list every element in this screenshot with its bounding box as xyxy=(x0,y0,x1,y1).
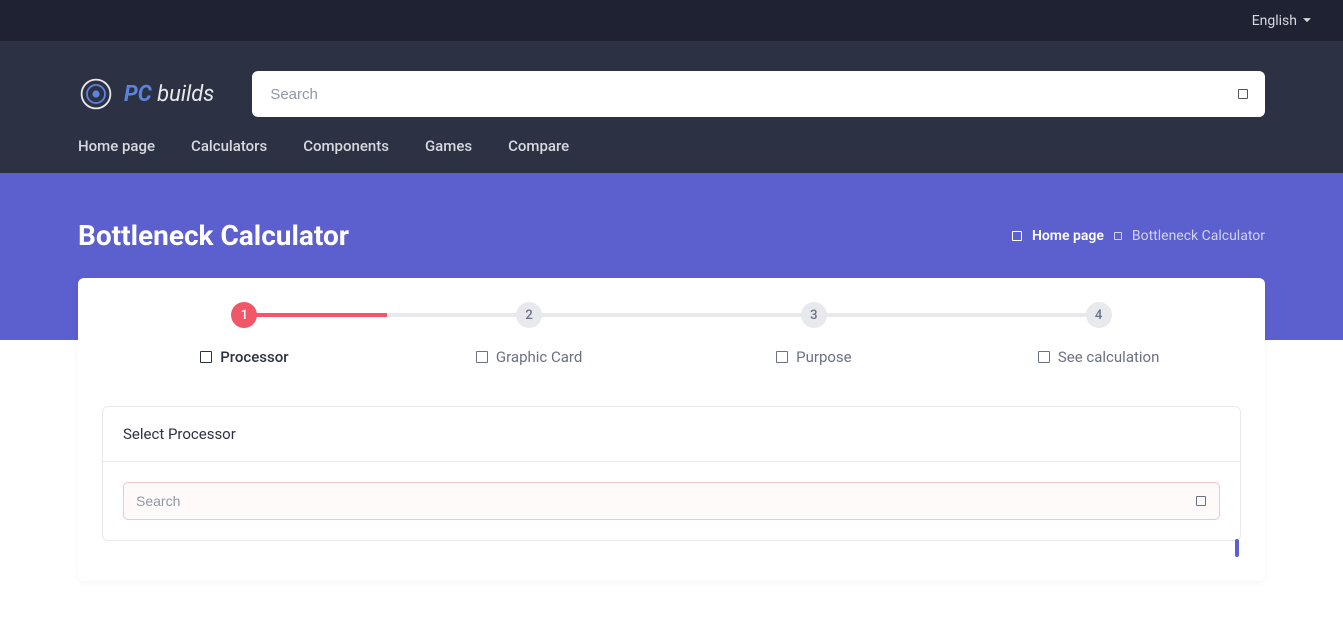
purpose-icon xyxy=(776,351,788,363)
nav-compare[interactable]: Compare xyxy=(508,137,569,155)
hero-inner: Bottleneck Calculator Home page Bottlene… xyxy=(78,219,1265,252)
header: PC builds Home page Calculators Componen… xyxy=(0,41,1343,173)
processor-icon xyxy=(200,351,212,363)
step-label: Purpose xyxy=(672,348,957,366)
nav: Home page Calculators Components Games C… xyxy=(78,137,1265,173)
scroll-indicator xyxy=(1235,539,1239,557)
processor-search-container xyxy=(123,482,1220,520)
step-purpose[interactable]: 3 Purpose xyxy=(672,302,957,366)
step-graphic-card[interactable]: 2 Graphic Card xyxy=(387,302,672,366)
step-processor[interactable]: 1 Processor xyxy=(102,302,387,366)
step-label: Processor xyxy=(102,348,387,366)
breadcrumb: Home page Bottleneck Calculator xyxy=(1012,228,1265,244)
page-title: Bottleneck Calculator xyxy=(78,219,349,252)
logo-builds: builds xyxy=(152,82,215,107)
step-number: 3 xyxy=(801,302,827,328)
logo-text: PC builds xyxy=(124,82,214,107)
step-number: 1 xyxy=(231,302,257,328)
chevron-down-icon xyxy=(1303,18,1311,23)
search-container xyxy=(252,71,1265,117)
search-input[interactable] xyxy=(252,71,1265,117)
breadcrumb-separator-icon xyxy=(1114,232,1122,240)
breadcrumb-home[interactable]: Home page xyxy=(1032,228,1104,244)
language-label: English xyxy=(1252,13,1297,29)
calculation-icon xyxy=(1038,351,1050,363)
main-card: 1 Processor 2 Graphic Card 3 Purpose xyxy=(78,278,1265,581)
language-selector[interactable]: English xyxy=(1252,13,1311,29)
processor-search-input[interactable] xyxy=(123,482,1220,520)
panel-body xyxy=(103,462,1240,540)
search-icon[interactable] xyxy=(1233,84,1253,104)
stepper: 1 Processor 2 Graphic Card 3 Purpose xyxy=(102,302,1241,366)
step-see-calculation[interactable]: 4 See calculation xyxy=(956,302,1241,366)
home-icon xyxy=(1012,231,1022,241)
header-row: PC builds xyxy=(78,71,1265,137)
step-number: 2 xyxy=(516,302,542,328)
nav-calculators[interactable]: Calculators xyxy=(191,137,267,155)
nav-home-page[interactable]: Home page xyxy=(78,137,155,155)
logo[interactable]: PC builds xyxy=(78,76,214,112)
nav-games[interactable]: Games xyxy=(425,137,472,155)
select-processor-panel: Select Processor xyxy=(102,406,1241,541)
graphic-card-icon xyxy=(476,351,488,363)
logo-pc: PC xyxy=(124,82,152,107)
nav-components[interactable]: Components xyxy=(303,137,389,155)
step-label: See calculation xyxy=(956,348,1241,366)
logo-icon xyxy=(78,76,114,112)
step-number: 4 xyxy=(1086,302,1112,328)
breadcrumb-current: Bottleneck Calculator xyxy=(1132,228,1265,244)
step-label: Graphic Card xyxy=(387,348,672,366)
search-icon[interactable] xyxy=(1194,494,1208,508)
panel-title: Select Processor xyxy=(103,407,1240,462)
top-bar: English xyxy=(0,0,1343,41)
